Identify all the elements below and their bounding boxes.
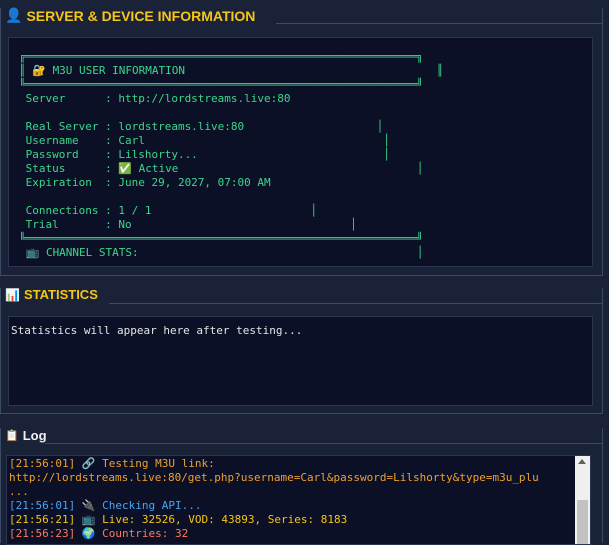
server-info-divider [276,23,602,24]
statistics-group: 📊 STATISTICS Statistics will appear here… [0,287,603,414]
info-line: Connections : 1 / 1 │ [19,204,318,217]
info-line: Real Server : lordstreams.live:80 │ [19,120,384,133]
statistics-header: 📊 STATISTICS [5,287,101,302]
info-line [19,106,443,120]
server-info-panel[interactable]: ╔═══════════════════════════════════════… [8,37,593,267]
info-line: Trial : No │ [19,218,357,231]
info-line [19,190,443,204]
log-divider [45,443,602,444]
info-line: 📺 CHANNEL STATS: │ [19,246,424,259]
server-info-text: ╔═══════════════════════════════════════… [19,50,443,260]
scroll-up-arrow-icon[interactable] [578,459,586,464]
log-header: 📋 Log [5,428,50,443]
server-info-header: 👤 SERVER & DEVICE INFORMATION [5,7,259,24]
info-line: Username : Carl │ [19,134,390,147]
log-entry: [21:56:01] 🔗 Testing M3U link: [9,457,215,470]
log-textbox[interactable]: [21:56:01] 🔗 Testing M3U link: http://lor… [6,455,591,545]
log-scrollbar[interactable] [575,456,590,544]
log-entry: ... [9,485,29,498]
clipboard-icon: 📋 [5,430,19,442]
log-entry: [21:56:21] 📺 Live: 32526, VOD: 43893, Se… [9,513,348,526]
chart-icon: 📊 [5,287,20,302]
info-line: Server : http://lordstreams.live:80 [19,92,291,105]
user-icon: 👤 [5,7,23,23]
statistics-panel[interactable]: Statistics will appear here after testin… [8,316,593,406]
log-title: Log [22,428,47,443]
statistics-divider [109,303,602,304]
info-line: Expiration : June 29, 2027, 07:00 AM [19,176,271,189]
scroll-thumb[interactable] [577,500,588,544]
info-line: ╚═══════════════════════════════════════… [19,232,423,245]
statistics-title: STATISTICS [23,287,98,302]
info-line: ╔═══════════════════════════════════════… [19,50,423,63]
log-entry: [21:56:23] 🌍 Countries: 32 [9,527,189,540]
info-line: Password : Lilshorty... │ [19,148,390,161]
info-line: Status : ✅ Active │ [19,162,424,175]
log-lines: [21:56:01] 🔗 Testing M3U link: http://lor… [7,456,590,541]
log-entry: http://lordstreams.live:80/get.php?usern… [9,471,539,484]
log-entry: [21:56:01] 🔌 Checking API... [9,499,202,512]
info-line: ║ 🔐 M3U USER INFORMATION ║ [19,64,444,77]
statistics-placeholder: Statistics will appear here after testin… [11,324,303,337]
server-info-group: 👤 SERVER & DEVICE INFORMATION ╔═════════… [0,7,603,276]
server-info-title: SERVER & DEVICE INFORMATION [26,7,256,24]
info-line: ╚═══════════════════════════════════════… [19,78,423,91]
